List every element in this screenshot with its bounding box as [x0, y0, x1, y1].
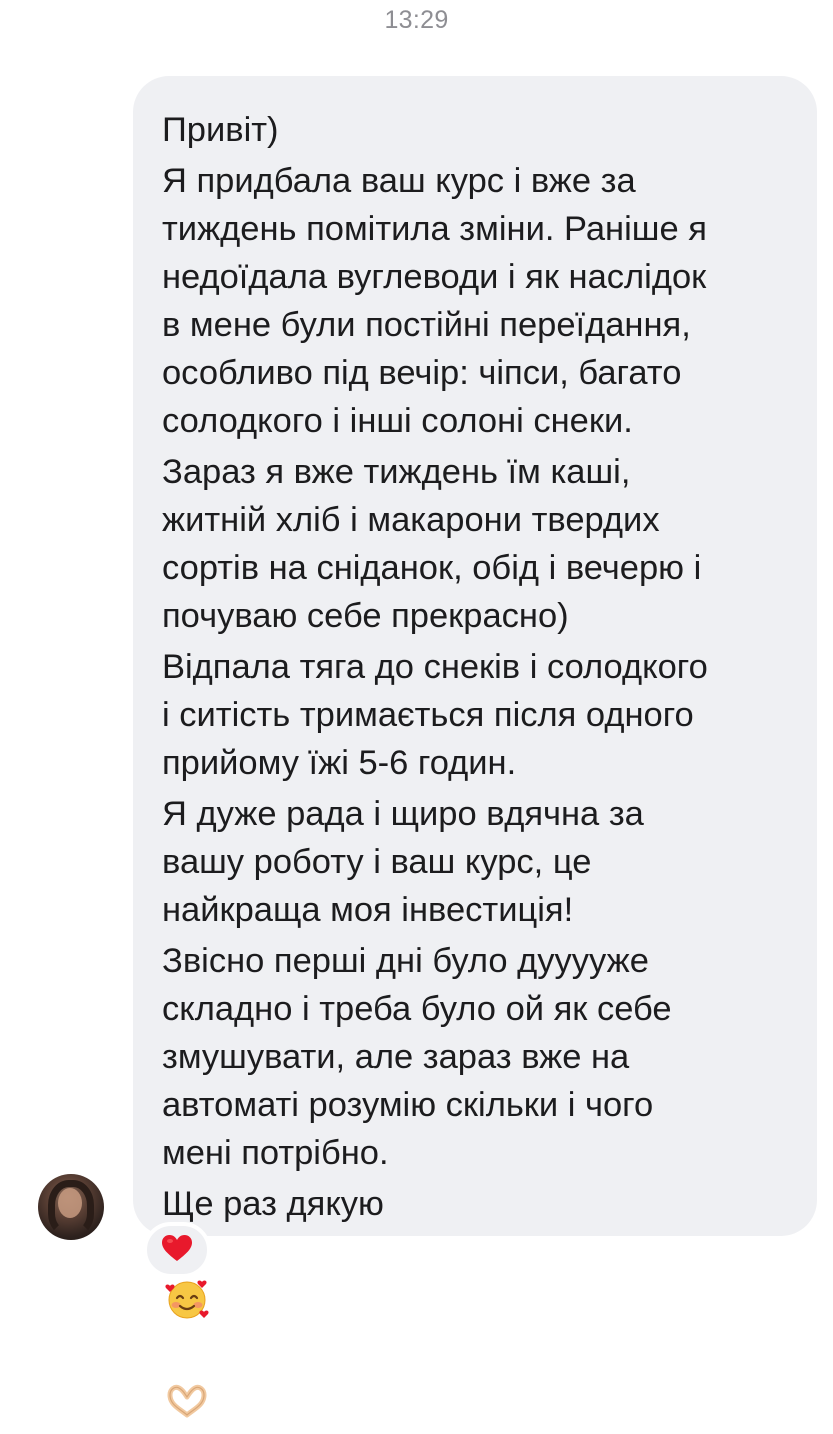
- message-paragraph: Привіт): [162, 111, 279, 149]
- heart-hands-icon: [164, 1333, 210, 1434]
- message-paragraph: Я придбала ваш курс і вже за тиждень пом…: [162, 162, 707, 440]
- red-heart-icon: [161, 1234, 193, 1267]
- sender-avatar[interactable]: [38, 1174, 104, 1240]
- message-paragraph: Відпала тяга до снеків і солодкого і сит…: [162, 648, 708, 782]
- reaction-badge[interactable]: [143, 1222, 211, 1278]
- message-last-line-text: Ще раз дякую: [162, 1185, 384, 1223]
- avatar-hair: [48, 1180, 94, 1236]
- message-paragraph: Зараз я вже тиждень їм каші, житній хліб…: [162, 453, 702, 635]
- message-paragraph: Я дуже рада і щиро вдячна за вашу роботу…: [162, 795, 644, 929]
- message-last-line: Ще раз дякую: [162, 1180, 797, 1434]
- message-paragraph: Звісно перші дні було дууууже складно і …: [162, 942, 672, 1172]
- message-bubble[interactable]: Привіт) Я придбала ваш курс і вже за тиж…: [133, 76, 817, 1418]
- chat-timestamp: 13:29: [384, 6, 449, 34]
